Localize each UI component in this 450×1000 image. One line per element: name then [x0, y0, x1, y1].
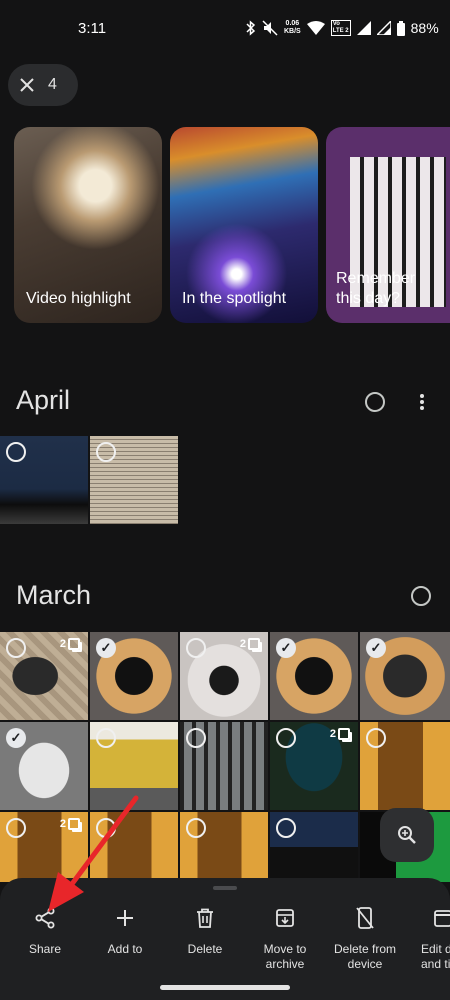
navigation-handle[interactable] — [160, 985, 290, 990]
photo-thumbnail[interactable]: 2 — [180, 632, 268, 720]
burst-badge: 2 — [60, 638, 80, 650]
network-speed: 0.06 KB/S — [284, 20, 301, 35]
photo-thumbnail[interactable]: ✓ — [270, 632, 358, 720]
edit-date-time-button[interactable]: Edit d and ti — [405, 904, 450, 972]
delete-button[interactable]: Delete — [165, 904, 245, 957]
memory-label: Remember this day? — [336, 270, 416, 307]
status-time: 3:11 — [78, 20, 107, 37]
wifi-icon — [306, 21, 325, 35]
select-circle[interactable] — [366, 728, 386, 748]
close-icon[interactable] — [20, 78, 34, 92]
delete-from-device-button[interactable]: Delete from device — [325, 904, 405, 972]
share-icon — [35, 907, 55, 929]
burst-badge: 2 — [60, 818, 80, 830]
photo-thumbnail[interactable] — [0, 436, 88, 524]
bluetooth-icon — [246, 20, 256, 36]
battery-percent: 88% — [410, 20, 439, 36]
photo-thumbnail[interactable] — [90, 722, 178, 810]
photo-thumbnail[interactable]: ✓ — [90, 632, 178, 720]
battery-icon — [396, 20, 405, 36]
photo-thumbnail[interactable] — [90, 812, 178, 882]
memory-label: In the spotlight — [182, 290, 287, 307]
calendar-icon — [434, 910, 450, 927]
checkmark-icon[interactable]: ✓ — [276, 638, 296, 658]
section-title-march: March — [16, 580, 92, 610]
select-all-april-button[interactable] — [365, 392, 385, 412]
select-circle[interactable] — [6, 442, 26, 462]
memory-card-remember-day[interactable]: Remember this day? — [326, 127, 450, 323]
status-icons: 0.06 KB/S Vo LTE 2 88% — [246, 18, 439, 38]
burst-icon — [68, 818, 80, 830]
memory-card-video-highlight[interactable]: Video highlight — [14, 127, 162, 323]
photo-thumbnail[interactable]: 2 — [0, 632, 88, 720]
selection-chip: 4 — [8, 64, 78, 106]
action-label: Delete — [187, 942, 223, 956]
photo-thumbnail[interactable] — [270, 812, 358, 882]
status-bar: 3:11 0.06 KB/S Vo LTE 2 88% — [0, 0, 450, 56]
photo-thumbnail[interactable]: 2 — [270, 722, 358, 810]
select-circle[interactable] — [276, 818, 296, 838]
action-sheet: Share Add to Delete Move to archive Dele… — [0, 878, 450, 1000]
signal-icon-2 — [376, 21, 391, 35]
photo-thumbnail[interactable]: 2 — [0, 812, 88, 882]
memory-card-spotlight[interactable]: In the spotlight — [170, 127, 318, 323]
archive-icon — [276, 909, 294, 927]
photo-thumbnail[interactable] — [360, 722, 450, 810]
signal-icon — [356, 21, 371, 35]
select-circle[interactable] — [186, 638, 206, 658]
action-label: Move to archive — [263, 942, 307, 971]
burst-badge: 2 — [240, 638, 260, 650]
more-options-icon[interactable] — [418, 392, 426, 412]
trash-icon — [197, 908, 213, 928]
checkmark-icon[interactable]: ✓ — [96, 638, 116, 658]
memory-label: Video highlight — [26, 290, 131, 307]
zoom-button[interactable] — [380, 808, 434, 862]
checkmark-icon[interactable]: ✓ — [6, 728, 26, 748]
action-label: Delete from device — [333, 942, 397, 971]
share-button[interactable]: Share — [5, 904, 85, 957]
drag-handle[interactable] — [213, 886, 237, 890]
select-circle[interactable] — [6, 638, 26, 658]
select-circle[interactable] — [96, 818, 116, 838]
checkmark-icon[interactable]: ✓ — [366, 638, 386, 658]
mute-icon — [262, 20, 278, 36]
plus-icon — [117, 910, 133, 926]
select-circle[interactable] — [6, 818, 26, 838]
select-circle[interactable] — [186, 728, 206, 748]
selected-count: 4 — [48, 76, 57, 93]
select-circle[interactable] — [276, 728, 296, 748]
phone-off-icon — [356, 907, 374, 929]
burst-icon — [338, 728, 350, 740]
action-label: Share — [28, 942, 62, 956]
zoom-in-icon — [398, 826, 416, 844]
photo-thumbnail[interactable]: ✓ — [360, 632, 450, 720]
select-circle[interactable] — [186, 818, 206, 838]
action-label: Edit d and ti — [421, 942, 450, 971]
volte-badge: Vo LTE 2 — [330, 20, 351, 36]
photo-thumbnail[interactable] — [180, 812, 268, 882]
photo-thumbnail[interactable]: ✓ — [0, 722, 88, 810]
move-to-archive-button[interactable]: Move to archive — [245, 904, 325, 972]
select-circle[interactable] — [96, 442, 116, 462]
photo-thumbnail[interactable] — [90, 436, 178, 524]
burst-icon — [248, 638, 260, 650]
section-title-april: April — [16, 385, 71, 415]
action-label: Add to — [107, 942, 143, 956]
burst-badge: 2 — [330, 728, 350, 740]
select-all-march-button[interactable] — [411, 586, 431, 606]
select-circle[interactable] — [96, 728, 116, 748]
add-to-button[interactable]: Add to — [85, 904, 165, 957]
photo-thumbnail[interactable] — [180, 722, 268, 810]
burst-icon — [68, 638, 80, 650]
